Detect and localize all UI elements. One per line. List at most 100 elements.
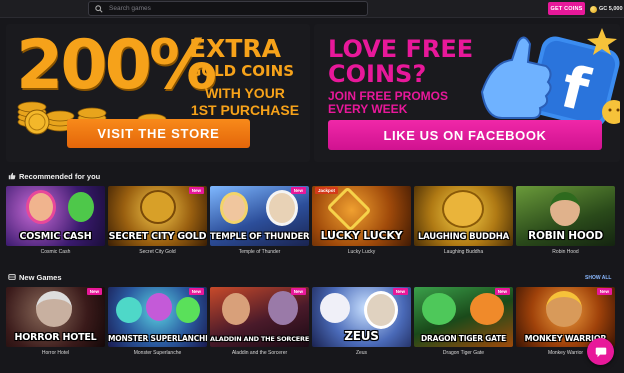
game-tile[interactable]: New ZEUS Zeus: [312, 287, 411, 356]
game-art-title: LUCKY LUCKY: [320, 229, 403, 242]
game-tile[interactable]: Jackpot LUCKY LUCKY Lucky Lucky: [312, 186, 411, 255]
monster-art: [146, 293, 172, 321]
buddha-art: [442, 190, 484, 228]
promo-headline-coins: COINS?: [328, 60, 427, 88]
game-art-title: MONSTER SUPERLANCHE: [108, 334, 207, 343]
golden-mask-art: [140, 190, 176, 224]
game-thumbnail[interactable]: New ALADDIN AND THE SORCERER: [210, 287, 309, 347]
game-caption[interactable]: Temple of Thunder: [210, 249, 309, 255]
chat-button[interactable]: [587, 338, 614, 365]
zeus-art: [364, 291, 398, 329]
new-badge: New: [290, 187, 306, 194]
search-box[interactable]: [88, 1, 368, 16]
new-games-section-header: New Games: [8, 272, 62, 282]
new-badge: New: [188, 288, 204, 295]
recommended-games-row: COSMIC CASH Cosmic Cash New SECRET CITY …: [6, 186, 616, 255]
aladdin-art: [222, 293, 250, 325]
vampire-art: [36, 291, 72, 327]
gold-coin-icon: [590, 5, 597, 13]
game-art-title: ZEUS: [344, 329, 379, 343]
robin-hood-art: [550, 192, 580, 226]
show-all-link[interactable]: SHOW ALL: [585, 275, 611, 281]
recommended-title: Recommended for you: [19, 171, 101, 181]
new-games-row: New HORROR HOTEL Horror Hotel New MONSTE…: [6, 287, 616, 356]
store-promo-banner[interactable]: 200% EXTRA GOLD COINS WITH YOUR 1ST PURC…: [6, 24, 310, 162]
game-caption[interactable]: Dragon Tiger Gate: [414, 350, 513, 356]
game-caption[interactable]: Aladdin and the Sorcerer: [210, 350, 309, 356]
character-art: [26, 190, 56, 224]
slot-machine-icon: [8, 274, 16, 280]
new-badge: New: [596, 288, 612, 295]
game-tile[interactable]: New DRAGON TIGER GATE Dragon Tiger Gate: [414, 287, 513, 356]
promo-subline-every-week: EVERY WEEK: [328, 102, 408, 116]
new-badge: New: [392, 288, 408, 295]
game-tile[interactable]: New HORROR HOTEL Horror Hotel: [6, 287, 105, 356]
new-badge: New: [494, 288, 510, 295]
search-input[interactable]: [109, 5, 349, 12]
promo-subline-2: 1ST PURCHASE: [190, 102, 300, 118]
game-thumbnail[interactable]: COSMIC CASH: [6, 186, 105, 246]
game-art-title: ROBIN HOOD: [528, 230, 603, 242]
sorcerer-art: [268, 291, 298, 325]
game-tile[interactable]: New TEMPLE OF THUNDER Temple of Thunder: [210, 186, 309, 255]
game-thumbnail[interactable]: New HORROR HOTEL: [6, 287, 105, 347]
game-caption[interactable]: Cosmic Cash: [6, 249, 105, 255]
goddess-art: [220, 192, 248, 224]
game-tile[interactable]: New SECRET CITY GOLD Secret City Gold: [108, 186, 207, 255]
game-thumbnail[interactable]: ROBIN HOOD: [516, 186, 615, 246]
alien-art: [68, 192, 94, 222]
tiger-art: [470, 293, 504, 325]
game-art-title: COSMIC CASH: [19, 231, 92, 242]
like-facebook-button[interactable]: LIKE US ON FACEBOOK: [328, 120, 602, 150]
game-art-title: DRAGON TIGER GATE: [420, 334, 506, 343]
game-tile[interactable]: New ALADDIN AND THE SORCERER Aladdin and…: [210, 287, 309, 356]
monster-art: [116, 297, 142, 323]
monster-art: [176, 297, 200, 323]
new-badge: New: [290, 288, 306, 295]
game-thumbnail[interactable]: New ZEUS: [312, 287, 411, 347]
game-art-title: TEMPLE OF THUNDER: [210, 232, 309, 242]
game-caption[interactable]: Horror Hotel: [6, 350, 105, 356]
game-caption[interactable]: Lucky Lucky: [312, 249, 411, 255]
pegasus-art: [320, 293, 350, 323]
balance-value: GC 5,000: [599, 6, 623, 12]
game-thumbnail[interactable]: New MONSTER SUPERLANCHE: [108, 287, 207, 347]
game-tile[interactable]: ROBIN HOOD Robin Hood: [516, 186, 615, 255]
game-art-title: SECRET CITY GOLD: [108, 231, 207, 242]
visit-store-button[interactable]: VISIT THE STORE: [67, 119, 250, 148]
new-badge: New: [188, 187, 204, 194]
game-thumbnail[interactable]: New TEMPLE OF THUNDER: [210, 186, 309, 246]
get-coins-button[interactable]: GET COINS: [548, 2, 585, 15]
dragon-art: [422, 293, 456, 325]
promo-subline-1: WITH YOUR: [205, 85, 285, 101]
new-games-title: New Games: [19, 272, 62, 282]
facebook-promo-banner[interactable]: f LOVE FREE COINS? JOIN FREE PROMOS EVER…: [314, 24, 620, 162]
game-art-title: LAUGHING BUDDHA: [417, 232, 510, 242]
promo-headline-love-free: LOVE FREE: [328, 35, 474, 63]
promo-subline-join: JOIN FREE PROMOS: [328, 89, 449, 103]
game-thumbnail[interactable]: Jackpot LUCKY LUCKY: [312, 186, 411, 246]
gold-coin-balance[interactable]: GC 5,000: [590, 3, 623, 15]
game-thumbnail[interactable]: New DRAGON TIGER GATE: [414, 287, 513, 347]
promo-headline-extra: EXTRA: [189, 34, 282, 63]
jackpot-badge: Jackpot: [315, 187, 339, 194]
game-tile[interactable]: LAUGHING BUDDHA Laughing Buddha: [414, 186, 513, 255]
game-caption[interactable]: Zeus: [312, 350, 411, 356]
game-caption[interactable]: Monster Superlanche: [108, 350, 207, 356]
game-caption[interactable]: Secret City Gold: [108, 249, 207, 255]
promo-headline-gold-coins: GOLD COINS: [189, 62, 294, 80]
new-badge: New: [86, 288, 102, 295]
game-thumbnail[interactable]: New SECRET CITY GOLD: [108, 186, 207, 246]
game-caption[interactable]: Laughing Buddha: [414, 249, 513, 255]
search-icon: [95, 4, 103, 13]
promo-percent: 200%: [16, 26, 217, 105]
game-caption[interactable]: Robin Hood: [516, 249, 615, 255]
game-tile[interactable]: New MONSTER SUPERLANCHE Monster Superlan…: [108, 287, 207, 356]
monkey-art: [546, 291, 582, 327]
chat-bubble-icon: [595, 347, 606, 357]
game-thumbnail[interactable]: LAUGHING BUDDHA: [414, 186, 513, 246]
zeus-art: [266, 190, 298, 226]
game-tile[interactable]: COSMIC CASH Cosmic Cash: [6, 186, 105, 255]
thumbs-up-icon: [8, 172, 16, 180]
top-bar: GET COINS GC 5,000: [0, 0, 624, 18]
